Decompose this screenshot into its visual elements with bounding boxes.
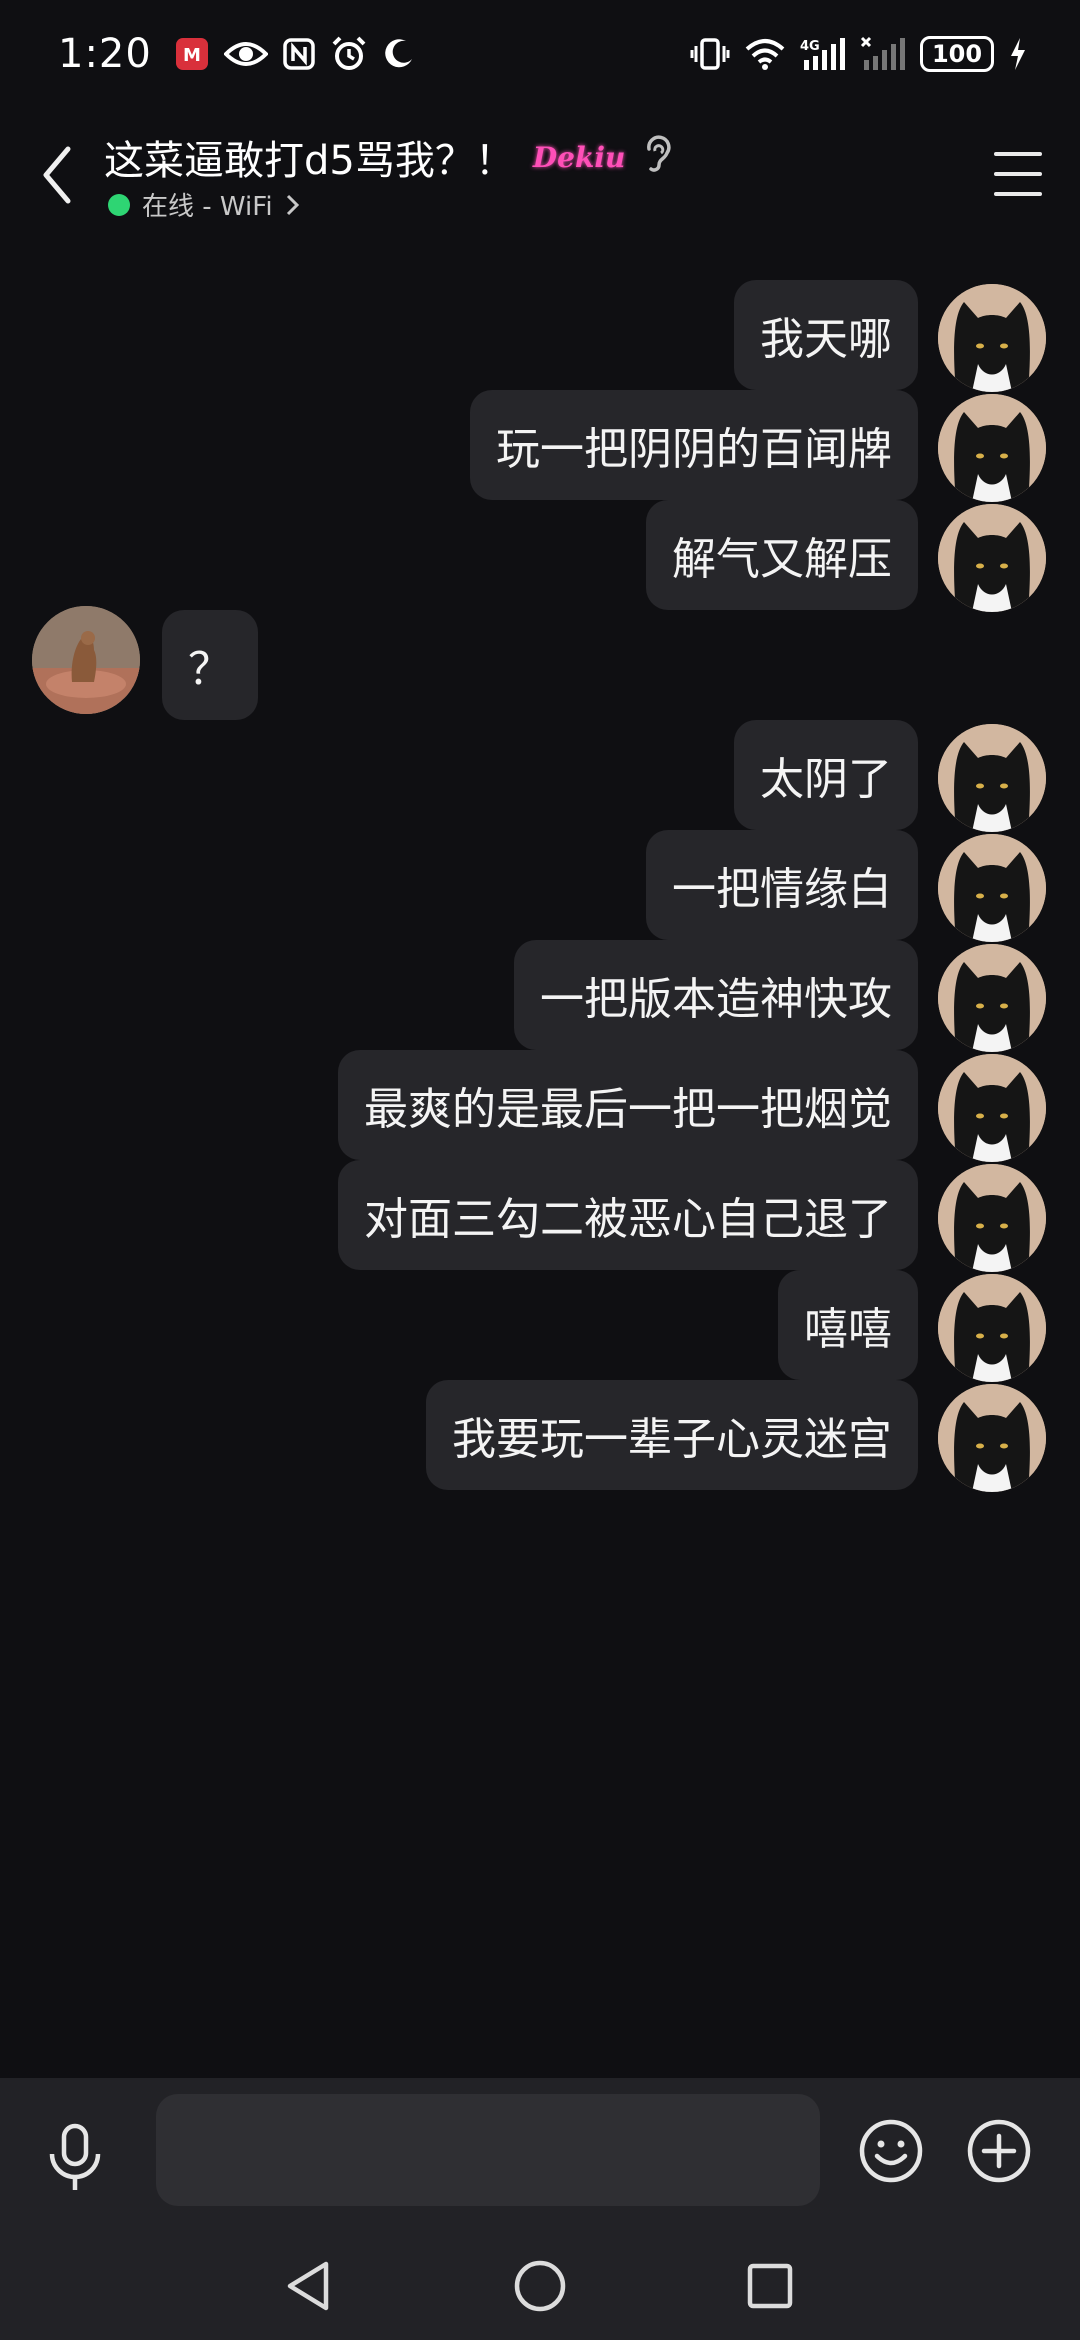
charging-icon [1008,36,1028,72]
message-row: 我天哪 [0,272,1080,392]
cat-avatar[interactable] [938,1274,1046,1382]
eye-icon [223,38,268,70]
message-input[interactable] [156,2094,820,2206]
chat-header: 这菜逼敢打d5骂我？！ Dekiu 在线 - WiFi [0,120,1080,240]
cat-avatar[interactable] [938,504,1046,612]
message-row: 解气又解压 [0,492,1080,612]
cat-avatar[interactable] [938,1384,1046,1492]
message-row: 我要玩一辈子心灵迷宫 [0,1372,1080,1492]
status-right: 4G 100 [690,36,1028,72]
network-type-label: 4G [800,39,820,54]
dog-avatar[interactable] [32,606,140,714]
title-row: 这菜逼敢打d5骂我？！ Dekiu [104,128,673,186]
message-row: 对面三勾二被恶心自己退了 [0,1152,1080,1272]
menu-line [994,172,1042,176]
circle-home-icon [514,2260,566,2312]
square-recents-icon [747,2263,793,2309]
battery-indicator: 100 [920,36,994,72]
message-row: 一把情缘白 [0,822,1080,942]
nav-back-button[interactable] [280,2256,340,2316]
message-row: 嘻嘻 [0,1262,1080,1382]
moon-icon [382,37,416,71]
alarm-icon [330,35,368,73]
nav-recents-button[interactable] [740,2256,800,2316]
chat-screen: 1:20 M 4G 100 这菜逼敢打d5骂我？！ Dekiu 在线 - WiF… [0,0,1080,2340]
message-row: 玩一把阴阴的百闻牌 [0,382,1080,502]
presence-status[interactable]: 在线 - WiFi [108,186,301,223]
menu-line [994,192,1042,196]
microphone-icon [49,2123,101,2190]
voice-input-button[interactable] [42,2122,108,2194]
status-time: 1:20 [58,31,152,77]
emoji-button[interactable] [858,2118,924,2184]
cat-avatar[interactable] [938,1054,1046,1162]
smiley-icon [859,2119,923,2183]
message-bubble[interactable]: 玩一把阴阴的百闻牌 [470,390,918,500]
chat-title[interactable]: 这菜逼敢打d5骂我？！ [104,128,515,186]
wifi-icon [744,37,786,71]
message-bubble[interactable]: 对面三勾二被恶心自己退了 [338,1160,918,1270]
menu-line [994,152,1042,156]
more-actions-button[interactable] [966,2118,1032,2184]
triangle-back-icon [287,2261,329,2311]
cat-avatar[interactable] [938,944,1046,1052]
title-badge: Dekiu [532,140,626,174]
message-bubble[interactable]: 一把版本造神快攻 [514,940,918,1050]
online-status-dot [108,193,130,216]
app-notification-icon: M [174,36,210,72]
cat-avatar[interactable] [938,284,1046,392]
nfc-icon [282,37,316,71]
cat-avatar[interactable] [938,394,1046,502]
chevron-right-icon [286,194,299,215]
message-bubble[interactable]: 最爽的是最后一把一把烟觉 [338,1050,918,1160]
status-left: 1:20 M [58,31,416,77]
message-row: 太阴了 [0,712,1080,832]
message-row: 最爽的是最后一把一把烟觉 [0,1042,1080,1162]
message-bubble[interactable]: 太阴了 [734,720,918,830]
nav-home-button[interactable] [510,2256,570,2316]
message-bubble[interactable]: 解气又解压 [646,500,918,610]
menu-button[interactable] [986,146,1050,202]
cat-avatar[interactable] [938,724,1046,832]
plus-circle-icon [967,2119,1031,2183]
system-nav-bar [0,2232,1080,2340]
back-button[interactable] [32,140,82,210]
cat-avatar[interactable] [938,834,1046,942]
ear-icon [643,135,673,179]
message-bubble[interactable]: 一把情缘白 [646,830,918,940]
vibrate-icon [690,36,730,72]
message-bubble[interactable]: ？ [162,610,258,720]
status-bar: 1:20 M 4G 100 [0,0,1080,108]
message-row: ？ [0,602,1080,720]
svg-text:M: M [183,45,201,66]
input-bar [0,2078,1080,2232]
message-bubble[interactable]: 我要玩一辈子心灵迷宫 [426,1380,918,1490]
presence-text: 在线 - WiFi [142,192,273,222]
cat-avatar[interactable] [938,1164,1046,1272]
chevron-left-icon [43,146,71,204]
no-signal-icon [860,36,906,72]
message-row: 一把版本造神快攻 [0,932,1080,1052]
message-bubble[interactable]: 我天哪 [734,280,918,390]
cellular-signal-icon: 4G [800,36,846,72]
message-bubble[interactable]: 嘻嘻 [778,1270,918,1380]
